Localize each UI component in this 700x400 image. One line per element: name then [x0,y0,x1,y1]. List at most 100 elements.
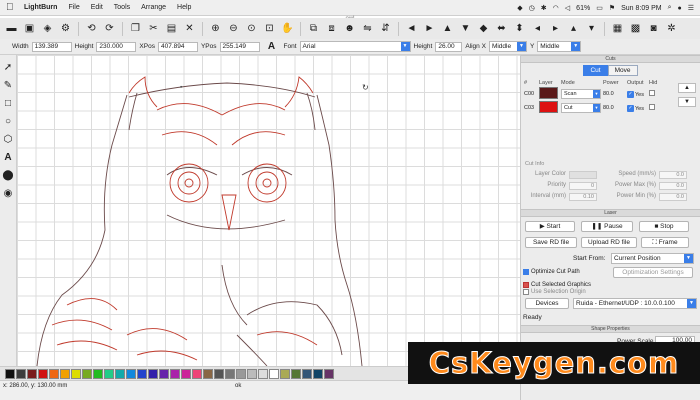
palette-swatch[interactable] [16,368,26,379]
palette-swatch[interactable] [324,368,334,379]
users-icon[interactable]: ☻ [342,21,357,36]
zoom-fit-icon[interactable]: ⊙ [244,21,259,36]
rotate-handle-icon[interactable]: ↻ [362,83,369,92]
palette-swatch[interactable] [115,368,125,379]
palette-swatch[interactable] [192,368,202,379]
copy-icon[interactable]: ❐ [128,21,143,36]
layer-row[interactable]: C03 Cut ▼ 80.0 ✓ Yes [524,101,666,115]
time-machine-icon[interactable]: ◷ [529,4,535,12]
save-rd-button[interactable]: Save RD file [525,237,577,248]
zoom-in-icon[interactable]: ⊕ [208,21,223,36]
xpos-input[interactable]: 407.894 [157,41,198,52]
move-down-icon[interactable]: ▾ [584,21,599,36]
delete-icon[interactable]: ✕ [182,21,197,36]
layer-row[interactable]: C00 Scan ▼ 80.0 ✓ Yes [524,87,666,101]
design-canvas[interactable]: ▪ ↻ [17,55,520,366]
palette-swatch[interactable] [5,368,15,379]
palette-swatch[interactable] [203,368,213,379]
layer-color-swatch[interactable] [539,87,558,99]
layer-hide-checkbox[interactable] [649,104,655,110]
gear-icon[interactable]: ✲ [664,21,679,36]
checkbox-icon[interactable]: ✓ [627,104,634,112]
eye-icon[interactable]: ◉ [2,187,14,199]
dropbox-icon[interactable]: ◆ [517,4,522,12]
palette-swatch[interactable] [181,368,191,379]
palette-swatch[interactable] [269,368,279,379]
align-left-icon[interactable]: ◄ [404,21,419,36]
optimize-checkbox[interactable] [523,269,529,275]
priority-field[interactable]: 0 [569,182,597,190]
layer-mode-select[interactable]: Scan ▼ [561,89,601,99]
start-from-select[interactable]: Current Position ▼ [611,253,694,264]
ungroup-icon[interactable]: ⧈ [324,21,339,36]
font-height-input[interactable]: 26.00 [435,41,463,52]
ypos-input[interactable]: 255.149 [219,41,260,52]
checkbox-icon[interactable]: ✓ [627,90,634,98]
move-left-icon[interactable]: ◂ [530,21,545,36]
notification-center-icon[interactable]: ☰ [688,4,694,12]
layer-color-swatch[interactable] [539,101,558,113]
palette-swatch[interactable] [280,368,290,379]
menu-file[interactable]: File [68,4,79,11]
menu-help[interactable]: Help [177,4,191,11]
cut-selected-row[interactable]: Cut Selected Graphics [523,282,591,288]
palette-swatch[interactable] [148,368,158,379]
bluetooth-icon[interactable]: ✱ [541,4,547,12]
align-bottom-icon[interactable]: ▼ [458,21,473,36]
open-folder-icon[interactable]: ▬ [4,21,19,36]
move-layer-up-icon[interactable]: ▲ [678,83,696,93]
flag-icon[interactable]: ⚑ [609,4,615,12]
height-input[interactable]: 230.000 [96,41,137,52]
start-button[interactable]: ▶ Start [525,221,575,232]
owl-drawing[interactable]: ▪ ↻ [17,55,520,366]
palette-swatch[interactable] [71,368,81,379]
optimization-settings-button[interactable]: Optimization Settings [613,267,693,278]
group-icon[interactable]: ⧉ [306,21,321,36]
rectangle-icon[interactable]: □ [2,97,14,109]
layer-color-field[interactable] [569,171,597,179]
undo-icon[interactable]: ⟲ [84,21,99,36]
palette-swatch[interactable] [313,368,323,379]
tab-move[interactable]: Move [607,65,638,76]
speed-field[interactable]: 0.0 [659,171,687,179]
apple-icon[interactable]:  [6,2,15,13]
grid-icon[interactable]: ▩ [628,21,643,36]
palette-swatch[interactable] [137,368,147,379]
palette-swatch[interactable] [27,368,37,379]
align-x-select[interactable]: Middle ▼ [488,41,527,52]
app-menu[interactable]: LightBurn [24,4,57,11]
palette-swatch[interactable] [82,368,92,379]
optimize-row[interactable]: Optimize Cut Path [523,269,580,275]
palette-swatch[interactable] [60,368,70,379]
font-select[interactable]: Arial ▼ [299,41,411,52]
ellipse-icon[interactable]: ○ [2,115,14,127]
wifi-icon[interactable]: ◠ [553,4,559,12]
battery-percent[interactable]: 61% [576,5,590,12]
redo-icon[interactable]: ⟳ [102,21,117,36]
polygon-icon[interactable]: ⬡ [2,133,14,145]
select-arrow-icon[interactable]: ➚ [2,61,14,73]
palette-swatch[interactable] [159,368,169,379]
distribute-h-icon[interactable]: ⬌ [494,21,509,36]
edit-nodes-icon[interactable]: ✎ [2,79,14,91]
pause-button[interactable]: ❚❚ Pause [581,221,633,232]
paste-icon[interactable]: ▤ [164,21,179,36]
siri-icon[interactable]: ● [677,5,681,12]
palette-swatch[interactable] [214,368,224,379]
palette-swatch[interactable] [258,368,268,379]
pan-icon[interactable]: ✋ [280,21,295,36]
import-icon[interactable]: ◈ [40,21,55,36]
palette-swatch[interactable] [236,368,246,379]
palette-swatch[interactable] [104,368,114,379]
upload-rd-button[interactable]: Upload RD file [581,237,637,248]
power-min-field[interactable]: 0.0 [659,193,687,201]
palette-swatch[interactable] [93,368,103,379]
array-icon[interactable]: ▦ [610,21,625,36]
text-icon[interactable]: A [2,151,14,163]
palette-swatch[interactable] [225,368,235,379]
camera-icon[interactable]: ◙ [646,21,661,36]
use-origin-checkbox[interactable] [523,289,529,295]
palette-swatch[interactable] [247,368,257,379]
align-center-icon[interactable]: ◆ [476,21,491,36]
mirror-icon[interactable]: ⇵ [378,21,393,36]
